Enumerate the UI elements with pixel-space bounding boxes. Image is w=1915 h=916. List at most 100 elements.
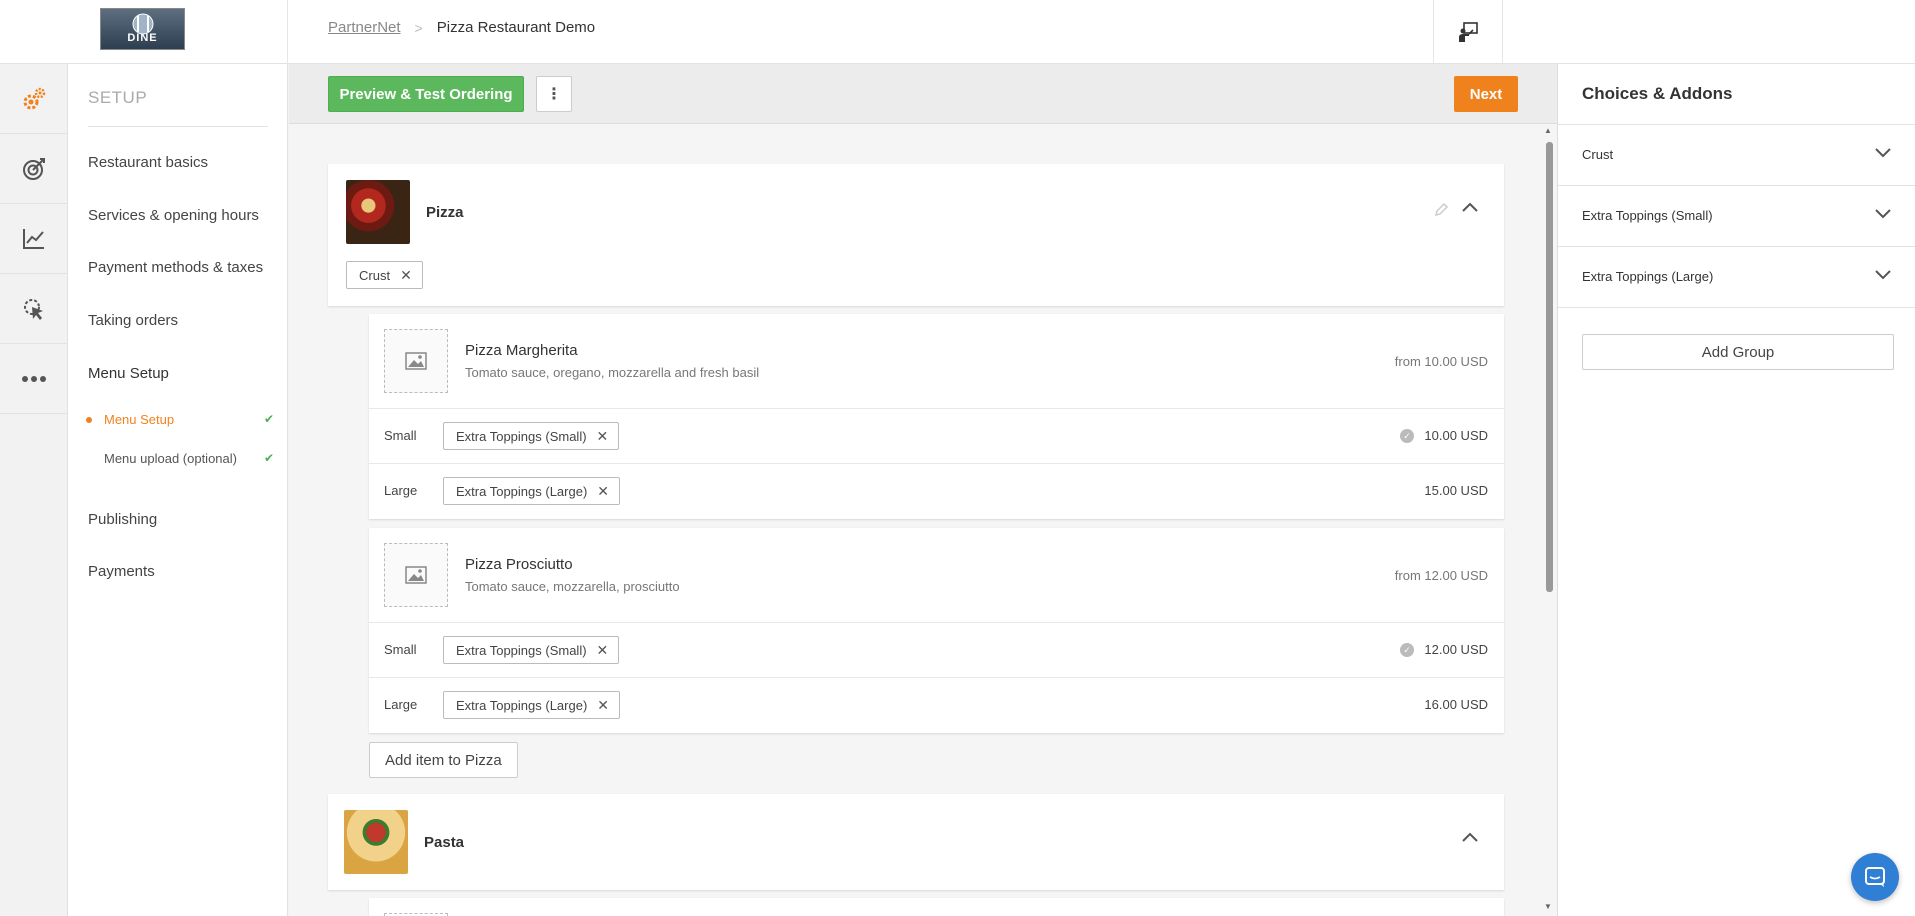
setup-sidebar: SETUP Restaurant basics Services & openi… — [68, 64, 288, 916]
addon-group-label: Extra Toppings (Large) — [1582, 269, 1714, 284]
chevron-down-icon[interactable] — [1874, 145, 1892, 159]
size-price: 10.00 USD — [1424, 428, 1488, 443]
remove-tag-icon[interactable]: ✕ — [400, 267, 412, 284]
breadcrumb-root-link[interactable]: PartnerNet — [328, 19, 401, 36]
tag-label: Extra Toppings (Large) — [456, 697, 588, 713]
menu-item-card: Pizza Prosciutto Tomato sauce, mozzarell… — [369, 528, 1504, 733]
menu-item-card: Pizza Margherita Tomato sauce, oregano, … — [369, 314, 1504, 519]
target-icon — [23, 157, 45, 180]
size-row[interactable]: Small Extra Toppings (Small) ✕ ✓ 10.00 U… — [369, 409, 1504, 464]
next-button[interactable]: Next — [1454, 76, 1518, 112]
chevron-down-icon[interactable] — [1874, 267, 1892, 281]
rail-reports[interactable] — [0, 204, 68, 274]
sidebar-subitem-menu-setup[interactable]: Menu Setup ✔ — [86, 412, 274, 427]
scroll-up-arrow-icon[interactable]: ▲ — [1544, 126, 1552, 135]
collapse-chevron-up-icon[interactable] — [1461, 200, 1479, 214]
size-row[interactable]: Small Extra Toppings (Small) ✕ ✓ 12.00 U… — [369, 623, 1504, 678]
sidebar-subitem-label: Menu Setup — [104, 412, 175, 427]
collapse-chevron-up-icon[interactable] — [1461, 830, 1479, 844]
rail-more[interactable] — [0, 344, 68, 414]
tag-label: Extra Toppings (Large) — [456, 483, 588, 499]
scroll-down-arrow-icon[interactable]: ▼ — [1544, 902, 1552, 911]
category-title[interactable]: Pizza — [426, 204, 464, 221]
size-price: 15.00 USD — [1424, 483, 1488, 498]
breadcrumb: PartnerNet > Pizza Restaurant Demo — [328, 19, 595, 36]
addon-tag: Extra Toppings (Large) ✕ — [443, 691, 621, 719]
sidebar-item-services-hours[interactable]: Services & opening hours — [88, 207, 259, 224]
size-price: 12.00 USD — [1424, 642, 1488, 657]
edit-pencil-icon[interactable] — [1433, 202, 1449, 218]
sidebar-item-publishing[interactable]: Publishing — [88, 511, 157, 528]
addon-group-label: Extra Toppings (Small) — [1582, 208, 1713, 223]
addon-tag: Extra Toppings (Large) ✕ — [443, 477, 621, 505]
add-item-button[interactable]: Add item to Pizza — [369, 742, 518, 778]
sidebar-subitem-menu-upload[interactable]: Menu upload (optional) ✔ — [104, 451, 274, 466]
menu-item-description: Tomato sauce, mozzarella, prosciutto — [465, 579, 680, 594]
sidebar-item-payment-methods[interactable]: Payment methods & taxes — [88, 259, 263, 276]
toolbar: Preview & Test Ordering ⋮ Next — [289, 64, 1557, 124]
chevron-down-icon[interactable] — [1874, 206, 1892, 220]
restaurant-logo[interactable]: DINE — [100, 8, 185, 50]
image-placeholder-icon[interactable] — [384, 543, 448, 607]
top-bar: DINE PartnerNet > Pizza Restaurant Demo — [0, 0, 1915, 64]
menu-item-header[interactable]: Pizza Prosciutto Tomato sauce, mozzarell… — [369, 528, 1504, 623]
menu-item-from-price: from 10.00 USD — [1394, 354, 1488, 369]
cursor-click-icon — [24, 298, 43, 320]
tag-label: Extra Toppings (Small) — [456, 642, 587, 658]
addon-group-row[interactable]: Crust — [1558, 125, 1915, 186]
menu-item-header[interactable]: Pizza Margherita Tomato sauce, oregano, … — [369, 314, 1504, 409]
size-label: Large — [384, 483, 418, 498]
more-dots-icon — [22, 375, 46, 382]
addon-group-row[interactable]: Extra Toppings (Large) — [1558, 247, 1915, 308]
sidebar-item-payments[interactable]: Payments — [88, 563, 155, 580]
sidebar-item-taking-orders[interactable]: Taking orders — [88, 312, 178, 329]
sidebar-item-menu-setup[interactable]: Menu Setup — [88, 365, 169, 382]
remove-tag-icon[interactable]: ✕ — [597, 642, 609, 659]
chart-icon — [23, 228, 44, 249]
active-dot — [86, 417, 92, 423]
addon-group-label: Crust — [1582, 147, 1614, 162]
choices-addons-panel: Choices & Addons Crust Extra Toppings (S… — [1557, 64, 1915, 916]
menu-item-description: Tomato sauce, oregano, mozzarella and fr… — [465, 365, 760, 380]
panel-title: Choices & Addons — [1582, 84, 1733, 103]
presentation-button[interactable] — [1433, 0, 1503, 64]
image-placeholder-icon[interactable] — [384, 329, 448, 393]
more-options-button[interactable]: ⋮ — [536, 76, 572, 112]
add-group-button[interactable]: Add Group — [1582, 334, 1894, 370]
category-card-pizza: Pizza Crust ✕ — [328, 164, 1504, 306]
default-check-icon: ✓ — [1400, 643, 1414, 657]
menu-item-card-partial — [369, 898, 1504, 916]
size-label: Small — [384, 428, 417, 443]
chat-launcher-button[interactable] — [1851, 853, 1899, 901]
menu-item-from-price: from 12.00 USD — [1394, 568, 1488, 583]
category-card-pasta: Pasta — [328, 794, 1504, 890]
main-content: Preview & Test Ordering ⋮ Next ▲ ▼ Pizza… — [289, 64, 1557, 916]
size-row[interactable]: Large Extra Toppings (Large) ✕ 15.00 USD — [369, 464, 1504, 519]
check-icon: ✔ — [263, 412, 274, 426]
size-price: 16.00 USD — [1424, 697, 1488, 712]
sidebar-item-restaurant-basics[interactable]: Restaurant basics — [88, 154, 208, 171]
breadcrumb-chevron-icon: > — [414, 19, 423, 36]
rail-marketing[interactable] — [0, 134, 68, 204]
category-title[interactable]: Pasta — [424, 834, 464, 851]
remove-tag-icon[interactable]: ✕ — [597, 697, 609, 714]
rail-tools[interactable] — [0, 274, 68, 344]
rail-setup[interactable] — [0, 64, 68, 134]
addon-group-row[interactable]: Extra Toppings (Small) — [1558, 186, 1915, 247]
remove-tag-icon[interactable]: ✕ — [597, 428, 609, 445]
category-image-pasta[interactable] — [344, 810, 408, 874]
scrollbar-thumb[interactable] — [1546, 142, 1553, 592]
remove-tag-icon[interactable]: ✕ — [597, 483, 609, 500]
menu-item-name: Pizza Prosciutto — [465, 556, 573, 573]
breadcrumb-current: Pizza Restaurant Demo — [436, 19, 596, 36]
chat-icon — [1865, 867, 1885, 887]
category-image-pizza[interactable] — [346, 180, 410, 244]
addon-tag: Extra Toppings (Small) ✕ — [443, 422, 620, 450]
settings-gears-icon — [23, 87, 46, 109]
size-row[interactable]: Large Extra Toppings (Large) ✕ 16.00 USD — [369, 678, 1504, 733]
tag-label: Crust — [359, 267, 391, 283]
presenter-icon — [1459, 22, 1478, 42]
sidebar-title: SETUP — [88, 88, 148, 107]
size-label: Small — [384, 642, 417, 657]
preview-test-ordering-button[interactable]: Preview & Test Ordering — [328, 76, 524, 112]
